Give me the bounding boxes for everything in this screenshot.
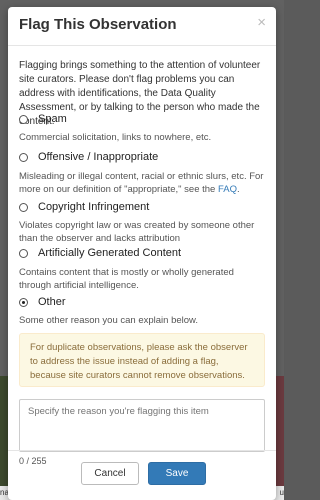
- modal-header: Flag This Observation ×: [8, 7, 276, 46]
- modal-footer: Cancel Save: [8, 450, 276, 500]
- option-description: Commercial solicitation, links to nowher…: [19, 132, 212, 143]
- flag-modal: Flag This Observation × Flagging brings …: [8, 7, 276, 500]
- option-description: Contains content that is mostly or wholl…: [19, 267, 234, 291]
- option-description: Violates copyright law or was created by…: [19, 220, 255, 244]
- option-label[interactable]: Other: [38, 296, 66, 308]
- option-label[interactable]: Copyright Infringement: [38, 201, 149, 213]
- reason-textarea[interactable]: [19, 399, 265, 452]
- option-label[interactable]: Spam: [38, 113, 67, 125]
- option-label[interactable]: Offensive / Inappropriate: [38, 151, 158, 163]
- radio-other[interactable]: [19, 298, 28, 307]
- option-description: Some other reason you can explain below.: [19, 315, 199, 326]
- radio-spam[interactable]: [19, 115, 28, 124]
- modal-title: Flag This Observation: [19, 16, 177, 33]
- option-description: Misleading or illegal content, racial or…: [19, 171, 264, 195]
- duplicate-warning-alert: For duplicate observations, please ask t…: [19, 333, 265, 387]
- radio-copyright[interactable]: [19, 203, 28, 212]
- option-label[interactable]: Artificially Generated Content: [38, 247, 181, 259]
- faq-link[interactable]: FAQ: [218, 184, 237, 195]
- cancel-button[interactable]: Cancel: [81, 462, 139, 485]
- close-icon[interactable]: ×: [257, 14, 266, 31]
- radio-offensive[interactable]: [19, 153, 28, 162]
- save-button[interactable]: Save: [148, 462, 206, 485]
- radio-ai-generated[interactable]: [19, 249, 28, 258]
